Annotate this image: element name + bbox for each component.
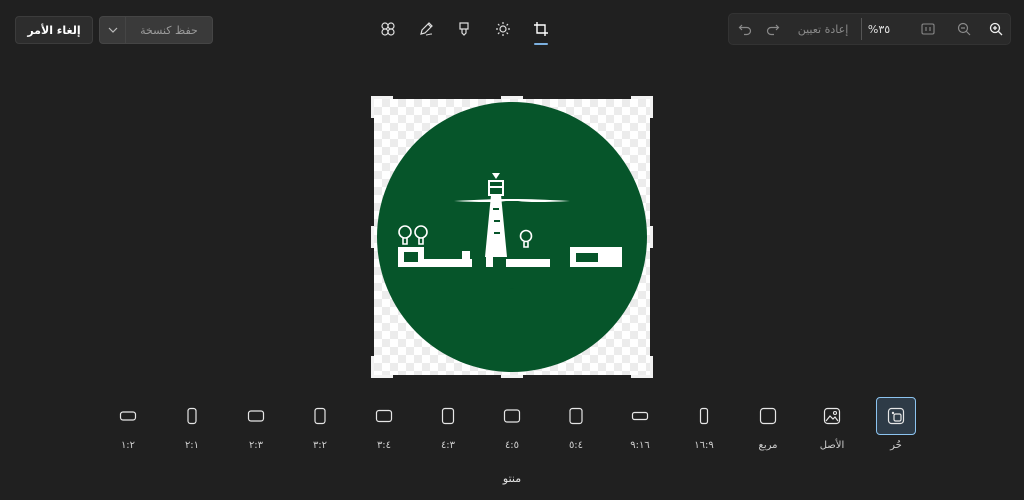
portrait-rect-icon: [314, 407, 326, 425]
ratio-16-9[interactable]: [684, 397, 724, 435]
landscape-rect-icon: [631, 411, 649, 421]
landscape-rect-icon: [375, 409, 393, 423]
crop-icon[interactable]: [532, 20, 550, 38]
ratio-3-2[interactable]: [300, 397, 340, 435]
portrait-rect-icon: [187, 407, 197, 425]
ratio-label: ٣:٤: [376, 440, 392, 451]
ratio-3-4[interactable]: [364, 397, 404, 435]
background-icon[interactable]: [379, 20, 397, 38]
logo-image: صــــلـــة: [377, 102, 647, 372]
undo-icon: [738, 24, 752, 36]
ratio-free[interactable]: [876, 397, 916, 435]
crop-handle-top[interactable]: [501, 96, 523, 99]
zoom-out-icon: [957, 22, 971, 36]
ratio-square[interactable]: [748, 397, 788, 435]
square-icon: [759, 407, 777, 425]
crop-handle-bottom-left[interactable]: [371, 375, 393, 378]
ratio-label: مربع: [758, 440, 778, 451]
reset-button[interactable]: إعادة تعيين: [791, 14, 855, 44]
logo-text: صــــلـــة: [510, 288, 514, 290]
save-copy-button[interactable]: حفظ كنسخة: [126, 16, 213, 44]
portrait-rect-icon: [441, 407, 455, 425]
save-options-dropdown[interactable]: [99, 16, 126, 44]
crop-handle-left[interactable]: [371, 226, 374, 248]
cancel-button[interactable]: إلغاء الأمر: [15, 16, 93, 44]
ratio-label: ٥:٤: [568, 440, 584, 451]
landscape-rect-icon: [247, 410, 265, 422]
flip-button[interactable]: منتو: [480, 472, 544, 485]
ratio-4-3[interactable]: [428, 397, 468, 435]
image-canvas[interactable]: صــــلـــة: [371, 96, 653, 378]
portrait-rect-icon: [569, 407, 583, 425]
ratio-label: ٤:٣: [440, 440, 456, 451]
chevron-down-icon: [108, 27, 117, 33]
crop-handle-bottom[interactable]: [501, 375, 523, 378]
ratio-9-16[interactable]: [620, 397, 660, 435]
ratio-label: ٣:٢: [312, 440, 328, 451]
ratio-label: الأصل: [819, 440, 845, 451]
ratio-label: حُر: [890, 440, 902, 451]
zoom-in-button[interactable]: [983, 14, 1009, 44]
ratio-1-2[interactable]: [108, 397, 148, 435]
active-tool-indicator: [534, 43, 548, 45]
view-toolbar: إعادة تعيين %٣٥: [728, 13, 1011, 45]
ratio-label: ١٦:٩: [694, 440, 714, 451]
ratio-2-1[interactable]: [172, 397, 212, 435]
ratio-label: ٢:٣: [248, 440, 264, 451]
ratio-label: ١:٢: [120, 440, 136, 451]
zoom-level: %٣٥: [867, 22, 891, 36]
ratio-label: ٩:١٦: [630, 440, 650, 451]
redo-icon: [766, 24, 780, 36]
zoom-in-icon: [989, 22, 1003, 36]
ratio-5-4[interactable]: [556, 397, 596, 435]
crop-handle-right[interactable]: [650, 226, 653, 248]
adjust-icon[interactable]: [494, 20, 512, 38]
undo-button[interactable]: [733, 14, 757, 44]
ratio-original[interactable]: [812, 397, 852, 435]
zoom-out-button[interactable]: [951, 14, 977, 44]
landscape-rect-icon: [503, 409, 521, 423]
ratio-label: ٤:٥: [504, 440, 520, 451]
ratio-2-3[interactable]: [236, 397, 276, 435]
ratio-4-5[interactable]: [492, 397, 532, 435]
ratio-label: ٢:١: [184, 440, 200, 451]
picture-icon: [823, 407, 841, 425]
retouch-icon[interactable]: [455, 20, 473, 38]
redo-button[interactable]: [761, 14, 785, 44]
actual-size-button[interactable]: [915, 14, 941, 44]
landscape-rect-icon: [119, 411, 137, 421]
portrait-rect-icon: [699, 407, 709, 425]
free-crop-icon: [887, 407, 905, 425]
crop-handle-top-left[interactable]: [371, 96, 393, 99]
actual-size-icon: [921, 23, 935, 35]
markup-icon[interactable]: [417, 20, 435, 38]
